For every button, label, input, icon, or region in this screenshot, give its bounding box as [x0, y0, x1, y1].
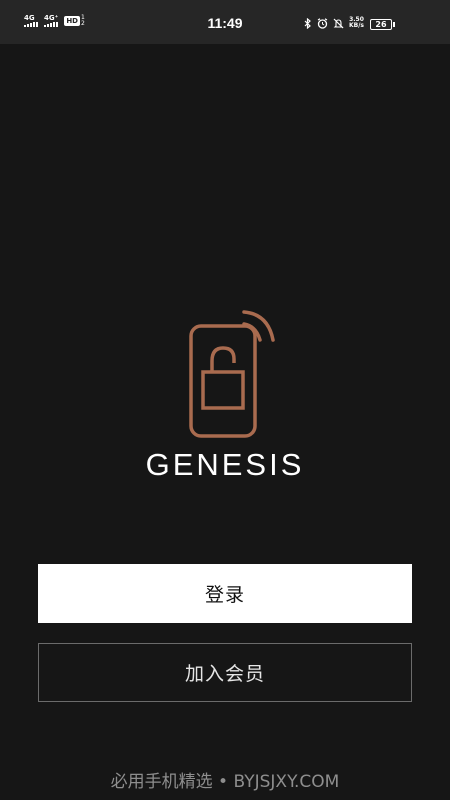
status-left-group: 4G 4G⁺ HD 1 2 [24, 14, 85, 27]
brand-name: GENESIS [145, 447, 305, 482]
battery-indicator: 26 [370, 19, 395, 30]
sim1-label: 4G [24, 14, 35, 22]
hd-voice-badge: HD 1 2 [64, 15, 85, 27]
login-button-label: 登录 [204, 584, 245, 606]
login-button[interactable]: 登录 [38, 564, 412, 623]
join-membership-label: 加入会员 [184, 663, 265, 685]
speed-unit: KB/s [349, 22, 364, 29]
hd-label: HD [64, 16, 80, 26]
signal-bars-icon [24, 22, 38, 27]
hd-sub-bottom: 2 [80, 20, 85, 27]
mute-bell-icon [333, 18, 344, 28]
battery-level: 26 [370, 19, 392, 30]
app-screen: 4G 4G⁺ HD 1 2 11:49 3.50 KB/s 26 GENESIS… [0, 0, 450, 800]
status-right-group: 3.50 KB/s [304, 17, 364, 29]
bluetooth-icon [304, 17, 311, 29]
hd-sub: 1 2 [81, 15, 85, 27]
sim2-signal: 4G⁺ [44, 14, 58, 27]
sim1-signal: 4G [24, 14, 38, 27]
status-bar: 4G 4G⁺ HD 1 2 11:49 3.50 KB/s 26 [0, 0, 450, 44]
network-speed: 3.50 KB/s [349, 17, 364, 29]
footer-watermark: 必用手机精选 • BYJSJXY.COM [110, 772, 340, 792]
sim2-label: 4G⁺ [44, 14, 59, 22]
signal-bars-icon [44, 22, 58, 27]
join-membership-button[interactable]: 加入会员 [38, 643, 412, 702]
battery-tip [393, 22, 395, 27]
alarm-icon [317, 17, 328, 29]
phone-unlock-wireless-icon [189, 310, 275, 438]
